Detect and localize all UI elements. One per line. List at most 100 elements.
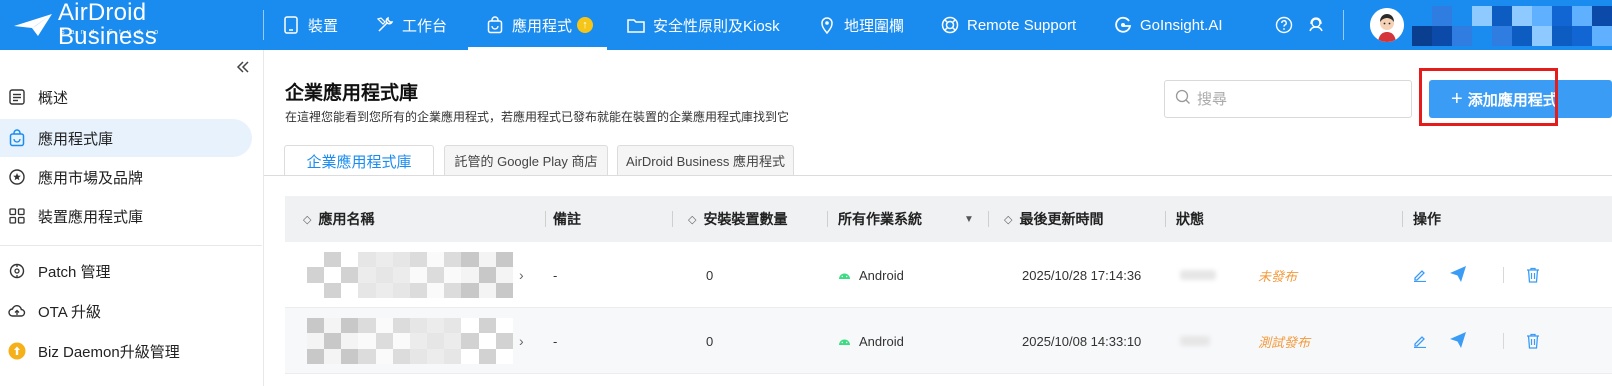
tab-managed-google-play[interactable]: 託管的 Google Play 商店 [444,145,608,175]
table-header: ◇ 應用名稱 備註 ◇ 安裝裝置數量 所有作業系統 ▼ ◇ 最後更新時間 狀態 … [285,196,1612,242]
column-separator [1165,211,1166,227]
column-header-updated[interactable]: ◇ 最後更新時間 [1004,196,1103,242]
action-separator [1503,333,1504,349]
android-icon [838,336,851,346]
customer-service-icon[interactable] [1306,15,1326,35]
column-header-status: 狀態 [1176,196,1204,242]
nav-goinsight-label: GoInsight.AI [1140,16,1223,34]
username-redacted[interactable] [1412,6,1612,46]
filter-dropdown-icon[interactable]: ▼ [964,214,974,225]
app-name-redacted[interactable] [307,252,513,298]
nav-workbench[interactable]: 工作台 [376,0,447,50]
daemon-icon [8,342,26,360]
delete-icon[interactable] [1524,266,1542,284]
remark-cell: - [553,267,558,283]
column-label: 最後更新時間 [1019,211,1104,227]
nav-policy-kiosk[interactable]: 安全性原則及Kiosk [627,0,780,50]
app-bag-icon [486,16,504,34]
nav-remote-support[interactable]: Remote Support [941,0,1076,50]
column-header-installs[interactable]: ◇ 安裝裝置數量 [688,196,787,242]
search-icon [1175,89,1191,110]
search-input[interactable] [1197,90,1397,108]
publish-send-icon[interactable] [1449,331,1467,349]
nav-geofence-label: 地理圍欄 [844,17,905,35]
column-label: 所有作業系統 [838,211,922,227]
table-row[interactable]: › - 0 Android 2025/10/28 17:14:36 未發布 [285,242,1612,308]
sidebar-item-label: 裝置應用程式庫 [38,208,144,226]
column-separator [827,211,828,227]
sidebar-item-overview[interactable]: 概述 [0,78,252,116]
grid-icon [8,207,26,225]
table-row[interactable]: › - 0 Android 2025/10/08 14:33:10 測試發布 [285,308,1612,374]
status-badge: 未發布 [1258,268,1298,284]
sidebar-item-device-apps[interactable]: 裝置應用程式庫 [0,197,252,235]
remark-cell: - [553,333,558,349]
os-label: Android [859,267,904,283]
expand-chevron-icon[interactable]: › [519,242,524,308]
map-pin-icon [818,16,836,34]
sidebar-item-label: 應用市場及品牌 [38,169,144,187]
sidebar-item-app-library[interactable]: 應用程式庫 [0,119,252,157]
column-header-os[interactable]: 所有作業系統 ▼ [838,196,974,242]
nav-devices[interactable]: 裝置 [282,0,338,50]
tab-label: 託管的 Google Play 商店 [454,154,598,169]
publish-send-icon[interactable] [1449,265,1467,283]
topbar-divider-right [1343,10,1344,40]
sidebar-item-label: OTA 升級 [38,303,102,321]
nav-geofence[interactable]: 地理圍欄 [818,0,904,50]
os-cell: Android [838,308,904,374]
search-box[interactable] [1164,80,1412,118]
topbar-divider [263,10,264,40]
nav-workbench-label: 工作台 [402,17,448,35]
sidebar-divider [0,245,262,246]
sidebar-item-biz-daemon[interactable]: Biz Daemon升級管理 [0,332,252,370]
nav-policy-kiosk-label: 安全性原則及Kiosk [653,17,780,35]
app-name-redacted[interactable] [307,318,513,364]
sidebar-item-ota[interactable]: OTA 升級 [0,292,252,330]
edit-icon[interactable] [1411,266,1429,284]
version-redacted [1180,308,1210,374]
tab-airdroid-apps[interactable]: AirDroid Business 應用程式 [617,145,794,175]
collapse-sidebar-icon[interactable] [234,58,252,76]
cloud-upload-icon [8,302,26,320]
nav-goinsight[interactable]: GoInsight.AI [1114,0,1223,50]
tab-label: 企業應用程式庫 [306,153,412,171]
installs-cell: 0 [706,267,714,283]
brand-subtitle: Sand Studio [60,29,165,36]
page-description: 在這裡您能看到您所有的企業應用程式，若應用程式已發布就能在裝置的企業應用程式庫找… [285,110,790,124]
overview-icon [8,88,26,106]
expand-chevron-icon[interactable]: › [519,308,524,374]
column-label: 應用名稱 [318,211,375,227]
sidebar-item-label: 應用程式庫 [38,130,114,148]
goinsight-icon [1114,16,1132,34]
star-circle-icon [8,168,26,186]
nav-applications[interactable]: 應用程式 ↑ [468,0,607,50]
user-avatar[interactable] [1370,8,1404,42]
column-header-actions: 操作 [1413,196,1441,242]
help-icon[interactable] [1274,15,1294,35]
highlight-annotation-box [1419,68,1558,126]
sidebar-item-patch[interactable]: Patch 管理 [0,252,252,290]
top-navigation-bar: AirDroid Business Sand Studio 裝置 工作台 應用程… [0,0,1612,50]
tools-icon [376,16,394,34]
status-badge: 測試發布 [1258,334,1311,350]
action-separator [1503,267,1504,283]
nav-remote-support-label: Remote Support [967,16,1077,34]
delete-icon[interactable] [1524,332,1542,350]
column-label: 操作 [1413,211,1441,227]
tab-label: AirDroid Business 應用程式 [626,154,785,169]
sort-icon[interactable]: ◇ [303,213,311,226]
edit-icon[interactable] [1411,332,1429,350]
column-separator [672,211,673,227]
sidebar-item-app-market[interactable]: 應用市場及品牌 [0,158,252,196]
os-label: Android [859,333,904,349]
update-badge: ↑ [577,17,594,33]
sort-icon[interactable]: ◇ [1004,213,1012,226]
lifebuoy-icon [941,16,959,34]
column-header-name[interactable]: ◇ 應用名稱 [303,196,374,242]
brand-logo[interactable]: AirDroid Business [12,1,252,49]
tab-enterprise-apps[interactable]: 企業應用程式庫 [284,145,434,176]
sort-icon[interactable]: ◇ [688,213,696,226]
column-header-remark: 備註 [553,196,581,242]
sidebar-item-label: 概述 [38,89,69,107]
